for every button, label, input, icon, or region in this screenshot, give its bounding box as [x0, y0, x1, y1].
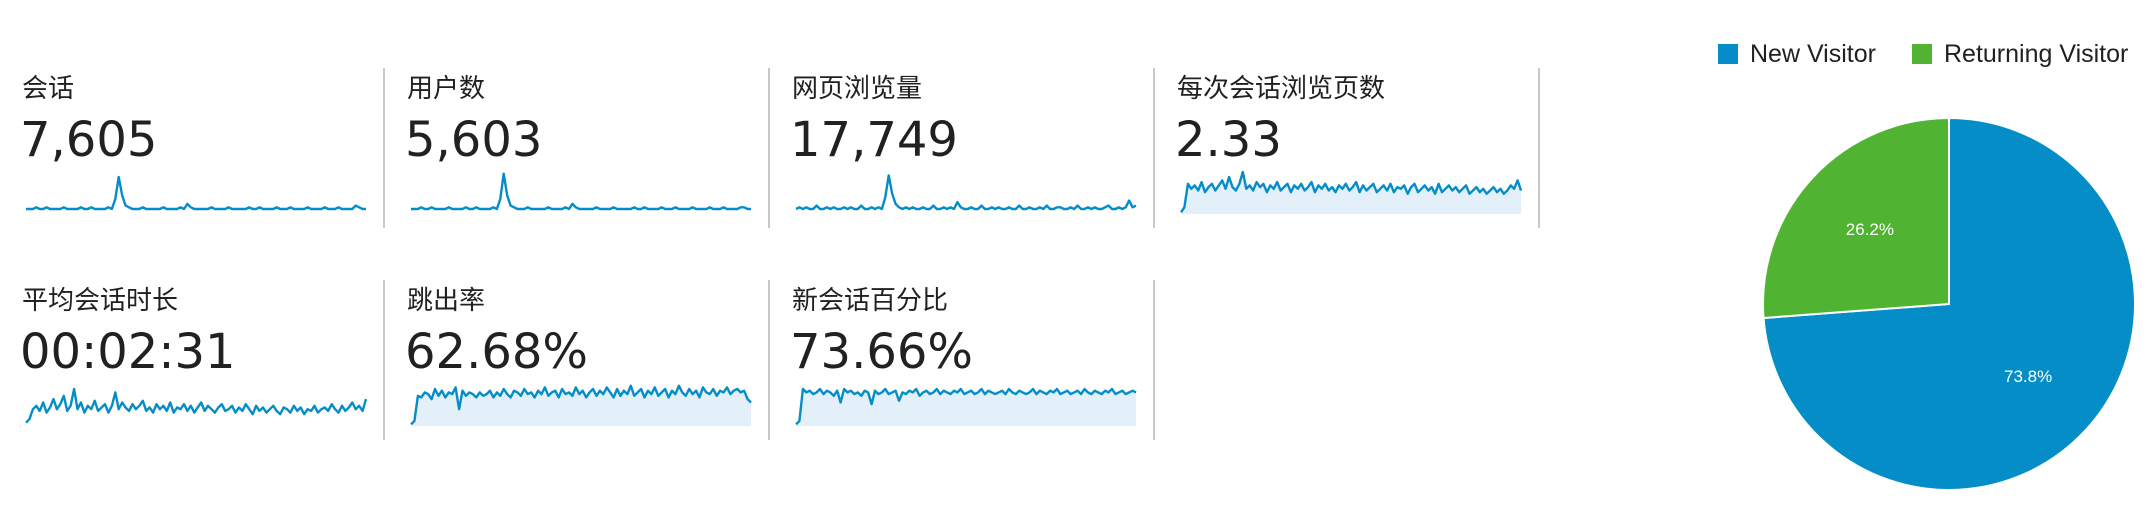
- legend-item-new-visitor[interactable]: New Visitor: [1718, 34, 1876, 74]
- visitor-pie-chart: New Visitor Returning Visitor 73.8% 26.2%: [1700, 20, 2156, 514]
- metric-new-sessions-pct[interactable]: 新会话百分比 73.66%: [770, 280, 1155, 440]
- legend-label: New Visitor: [1750, 39, 1876, 68]
- metric-label: 用户数: [407, 74, 486, 104]
- metric-users[interactable]: 用户数 5,603: [385, 68, 770, 228]
- metric-avg-session-duration[interactable]: 平均会话时长 00:02:31: [0, 280, 385, 440]
- legend-swatch: [1912, 44, 1932, 64]
- sparkline: [25, 387, 368, 424]
- metric-bounce-rate[interactable]: 跳出率 62.68%: [385, 280, 770, 440]
- sparkline: [795, 174, 1137, 211]
- sparkline-line: [795, 174, 1137, 211]
- metrics-panel: 会话 7,605 用户数 5,603 网页浏览量 17,749 每次会话浏览页数…: [0, 0, 1560, 514]
- metric-value: 62.68%: [405, 324, 589, 380]
- sparkline: [26, 175, 366, 211]
- legend-label: Returning Visitor: [1944, 39, 2129, 68]
- metric-label: 网页浏览量: [792, 74, 923, 104]
- metric-sessions[interactable]: 会话 7,605: [0, 68, 385, 228]
- sparkline: [795, 387, 1137, 426]
- sparkline-line: [25, 387, 368, 424]
- metric-value: 73.66%: [790, 324, 974, 380]
- metric-label: 平均会话时长: [22, 286, 179, 316]
- sparkline: [1180, 170, 1523, 214]
- sparkline-line: [26, 175, 366, 211]
- metric-value: 17,749: [790, 112, 958, 168]
- metric-label: 新会话百分比: [792, 286, 949, 316]
- sparkline: [411, 172, 751, 211]
- metric-pages-per-session[interactable]: 每次会话浏览页数 2.33: [1155, 68, 1540, 228]
- metric-pageviews[interactable]: 网页浏览量 17,749: [770, 68, 1155, 228]
- metric-label: 会话: [22, 74, 75, 104]
- sparkline-line: [411, 172, 751, 211]
- pie-slice-label-0: 73.8%: [2004, 367, 2052, 386]
- metric-value: 7,605: [20, 112, 158, 168]
- metric-value: 00:02:31: [20, 324, 236, 380]
- legend-swatch: [1718, 44, 1738, 64]
- pie-slice-label-1: 26.2%: [1846, 220, 1894, 239]
- sparkline: [410, 384, 752, 426]
- legend-item-returning-visitor[interactable]: Returning Visitor: [1912, 34, 2128, 74]
- metric-value: 5,603: [405, 112, 543, 168]
- metric-label: 跳出率: [407, 286, 486, 316]
- metric-value: 2.33: [1175, 112, 1282, 168]
- pie-slice-1[interactable]: [1762, 116, 1950, 320]
- metric-label: 每次会话浏览页数: [1177, 74, 1386, 104]
- pie-svg: 73.8% 26.2%: [1762, 116, 2136, 491]
- chart-legend: New Visitor Returning Visitor: [1700, 34, 2150, 74]
